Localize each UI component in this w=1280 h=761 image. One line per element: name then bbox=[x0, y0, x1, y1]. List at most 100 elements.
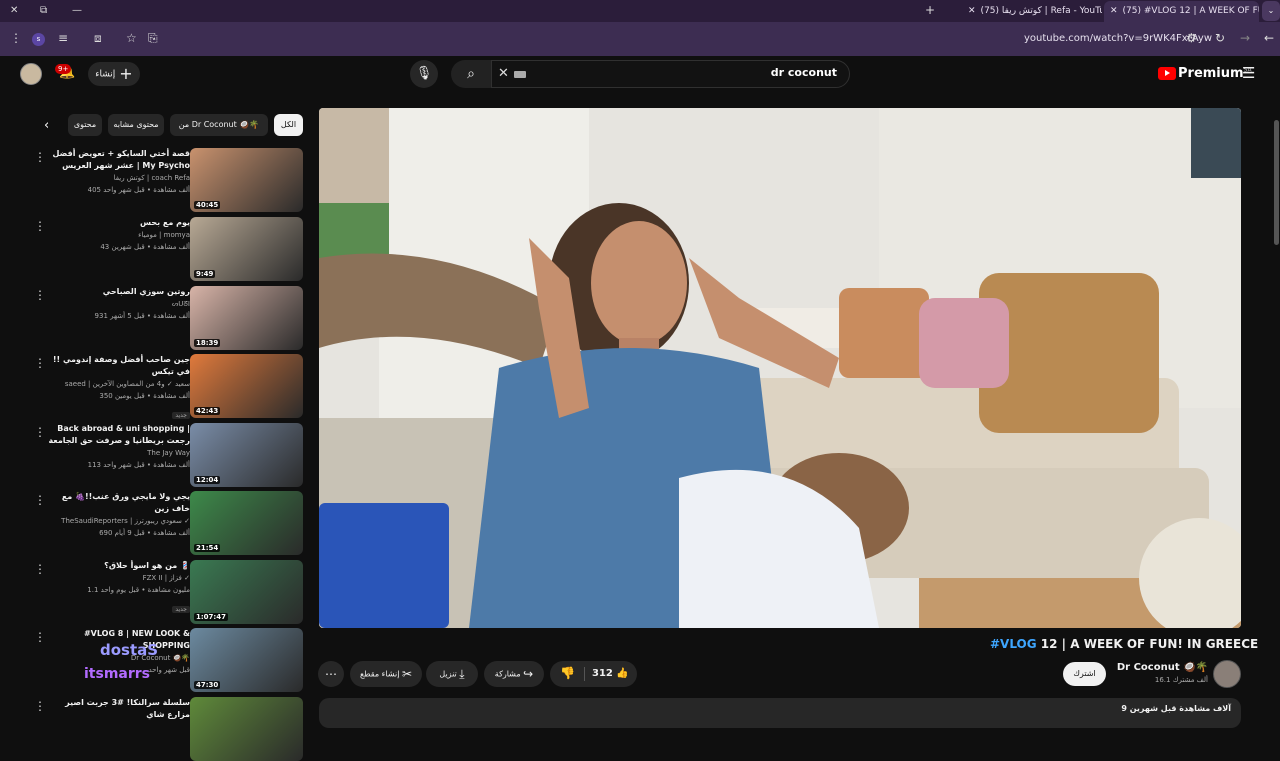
more-vertical-icon[interactable]: ⋮ bbox=[34, 425, 46, 439]
related-video-title[interactable]: روتين سوزي الصباحي bbox=[48, 286, 190, 298]
share-page-icon[interactable]: ⎘ bbox=[148, 31, 158, 45]
keyboard-icon[interactable] bbox=[514, 71, 526, 78]
related-video-thumbnail[interactable]: 18:39 bbox=[190, 286, 303, 350]
minimize-icon[interactable]: — bbox=[72, 3, 82, 19]
related-video-channel[interactable]: saeed | سعيد ✓ و4 من المصاوين الآخرين bbox=[48, 378, 190, 390]
more-vertical-icon[interactable]: ⋮ bbox=[34, 150, 46, 164]
tab-refa[interactable]: ✕ كوتش ريفا (75) | Refa - YouTube bbox=[962, 1, 1102, 22]
subscribe-button[interactable]: اشترك bbox=[1063, 662, 1106, 686]
back-icon[interactable]: ← bbox=[1264, 31, 1274, 45]
view-stats: 9 آلاف مشاهدة قبل شهرين bbox=[1121, 704, 1231, 713]
chip-content[interactable]: محتوى bbox=[68, 114, 102, 136]
create-button[interactable]: إنشاء + bbox=[88, 62, 140, 86]
related-video-thumbnail[interactable] bbox=[190, 697, 303, 761]
related-video-channel[interactable]: ᔕᑌᘔI bbox=[48, 298, 190, 310]
related-video-title[interactable]: سلسلة سرالنكا! #3 جربت اصير مزارع شاي bbox=[48, 697, 190, 721]
like-count: 312 bbox=[592, 668, 613, 679]
maximize-icon[interactable]: ⧉ bbox=[40, 3, 47, 19]
related-video-item[interactable]: ⋮ #VLOG 8 | NEW LOOK & SHOPPING Dr Coconut… bbox=[34, 628, 304, 692]
related-video-item[interactable]: ⋮ من هو اسوأ حلاق؟ 💈 FZX II | فزاز ✓ 1.1 مل… bbox=[34, 560, 304, 624]
more-vertical-icon[interactable]: ⋮ bbox=[34, 219, 46, 233]
hamburger-menu-icon[interactable]: ☰ bbox=[1242, 64, 1255, 82]
related-video-thumbnail[interactable]: 40:45 bbox=[190, 148, 303, 212]
video-meta: من هو اسوأ حلاق؟ 💈 FZX II | فزاز ✓ 1.1 ملي… bbox=[48, 560, 190, 615]
download-label: تنزيل bbox=[439, 669, 457, 679]
related-video-title[interactable]: من هو اسوأ حلاق؟ 💈 bbox=[48, 560, 190, 572]
thumbs-up-icon: 👍 bbox=[616, 668, 629, 679]
search-button[interactable]: ⌕ bbox=[451, 60, 491, 88]
video-hashtag[interactable]: #VLOG bbox=[990, 637, 1037, 651]
more-actions-button[interactable]: ⋯ bbox=[318, 661, 344, 687]
site-settings-icon[interactable]: ⚙ bbox=[1186, 31, 1197, 45]
related-video-item[interactable]: ⋮ يوم مع بحس مومياء | momya 43 ألف مشاهدة •… bbox=[34, 217, 304, 281]
related-video-thumbnail[interactable]: 42:43 bbox=[190, 354, 303, 418]
extensions-icon[interactable]: ≡ bbox=[58, 31, 68, 45]
related-video-thumbnail[interactable]: 47:30 bbox=[190, 628, 303, 692]
related-video-item[interactable]: ⋮ سلسلة سرالنكا! #3 جربت اصير مزارع شاي bbox=[34, 697, 304, 761]
youtube-premium-logo[interactable]: PremiumSA bbox=[1158, 66, 1252, 81]
more-vertical-icon[interactable]: ⋮ bbox=[34, 699, 46, 713]
close-window-icon[interactable]: ✕ bbox=[10, 3, 18, 19]
search-input[interactable] bbox=[637, 66, 837, 79]
voice-search-icon[interactable]: 🎙 bbox=[410, 60, 438, 88]
more-vertical-icon[interactable]: ⋮ bbox=[34, 356, 46, 370]
chip-all[interactable]: الكل bbox=[274, 114, 303, 136]
related-video-item[interactable]: ⋮ روتين سوزي الصباحي ᔕᑌᘔI 931 ألف مشاهدة • … bbox=[34, 286, 304, 350]
related-video-channel[interactable]: مومياء | momya bbox=[48, 229, 190, 241]
related-video-channel[interactable]: كوتش ريفا | coach Refa bbox=[48, 172, 190, 184]
forward-icon[interactable]: → bbox=[1240, 31, 1250, 45]
video-meta: روتين سوزي الصباحي ᔕᑌᘔI 931 ألف مشاهدة • ق… bbox=[48, 286, 190, 322]
related-video-item[interactable]: ⋮ Back abroad & uni shopping | رجعت بريطا… bbox=[34, 423, 304, 487]
chip-similar[interactable]: محتوى مشابه bbox=[108, 114, 164, 136]
new-tab-icon[interactable]: + bbox=[925, 3, 935, 17]
duration-badge: 18:39 bbox=[194, 339, 221, 347]
bookmark-star-icon[interactable]: ☆ bbox=[126, 31, 137, 45]
close-tab-icon[interactable]: ✕ bbox=[1110, 6, 1118, 16]
channel-name[interactable]: Dr Coconut 🥥🌴 bbox=[1110, 662, 1208, 673]
related-video-thumbnail[interactable]: 1:07:47 bbox=[190, 560, 303, 624]
tab-search-icon[interactable]: ⌄ bbox=[1262, 1, 1280, 21]
puzzle-icon[interactable]: ⧈ bbox=[94, 31, 102, 45]
related-video-title[interactable]: قصة أختي السايكو + تعويض أفضل عشر شهر ال… bbox=[48, 148, 191, 172]
related-video-title[interactable]: !! جين صاحب أفضل وصفة إندومي في تيكس bbox=[48, 354, 190, 378]
more-vertical-icon[interactable]: ⋮ bbox=[34, 630, 46, 644]
tab-vlog[interactable]: ✕ (75) #VLOG 12 | A WEEK OF FUN bbox=[1104, 1, 1259, 22]
like-button[interactable]: 312 👍 bbox=[592, 668, 629, 679]
related-video-thumbnail[interactable]: 9:49 bbox=[190, 217, 303, 281]
description-box[interactable]: 9 آلاف مشاهدة قبل شهرين bbox=[319, 698, 1241, 728]
clip-button[interactable]: إنشاء مقطع ✂ bbox=[350, 661, 422, 687]
share-button[interactable]: مشاركة ↪ bbox=[484, 661, 544, 687]
more-vertical-icon[interactable]: ⋮ bbox=[34, 288, 46, 302]
url-field[interactable]: youtube.com/watch?v=9rWK4FxrAyw bbox=[1024, 33, 1212, 44]
related-video-thumbnail[interactable]: 21:54 bbox=[190, 491, 303, 555]
chevron-left-icon[interactable]: ‹ bbox=[44, 118, 49, 133]
related-video-channel[interactable]: FZX II | فزاز ✓ bbox=[48, 572, 190, 584]
video-player[interactable] bbox=[319, 108, 1241, 628]
close-tab-icon[interactable]: ✕ bbox=[968, 6, 976, 16]
more-vertical-icon[interactable]: ⋮ bbox=[34, 493, 46, 507]
dislike-icon[interactable]: 👎 bbox=[560, 666, 575, 680]
plus-icon: + bbox=[119, 64, 133, 83]
more-menu-icon[interactable]: ⋮ bbox=[10, 31, 22, 45]
related-video-title[interactable]: Back abroad & uni shopping | رجعت بريطان… bbox=[48, 423, 190, 447]
related-video-stats: 43 ألف مشاهدة • قبل شهرين bbox=[100, 243, 190, 251]
reload-icon[interactable]: ↻ bbox=[1215, 31, 1225, 45]
channel-avatar[interactable] bbox=[1213, 660, 1241, 688]
page-scrollbar[interactable] bbox=[1274, 120, 1279, 245]
related-video-thumbnail[interactable]: 12:04 bbox=[190, 423, 303, 487]
more-vertical-icon[interactable]: ⋮ bbox=[34, 562, 46, 576]
profile-avatar[interactable]: s bbox=[32, 33, 45, 46]
related-video-item[interactable]: ⋮ يجي ولا مايجي ورق عنب!!🍇 مع خاف زين TheS… bbox=[34, 491, 304, 555]
related-video-item[interactable]: ⋮ قصة أختي السايكو + تعويض أفضل عشر شهر ا… bbox=[34, 148, 304, 212]
chip-from-channel[interactable]: من Dr Coconut 🥥🌴 bbox=[170, 114, 268, 136]
related-video-title[interactable]: يوم مع بحس bbox=[48, 217, 190, 229]
related-video-item[interactable]: ⋮!! جين صاحب أفضل وصفة إندومي في تيكس sae… bbox=[34, 354, 304, 419]
related-video-channel[interactable]: The Jay Way bbox=[48, 447, 190, 459]
download-button[interactable]: تنزيل ⤓ bbox=[426, 661, 478, 687]
duration-badge: 12:04 bbox=[194, 476, 221, 484]
related-video-channel[interactable]: TheSaudiReporters | سعودي ريبورترز ✓ bbox=[48, 515, 190, 527]
clear-search-icon[interactable]: ✕ bbox=[498, 66, 509, 81]
related-video-title[interactable]: يجي ولا مايجي ورق عنب!!🍇 مع خاف زين bbox=[48, 491, 190, 515]
user-avatar[interactable] bbox=[20, 63, 42, 85]
duration-badge: 40:45 bbox=[194, 201, 221, 209]
